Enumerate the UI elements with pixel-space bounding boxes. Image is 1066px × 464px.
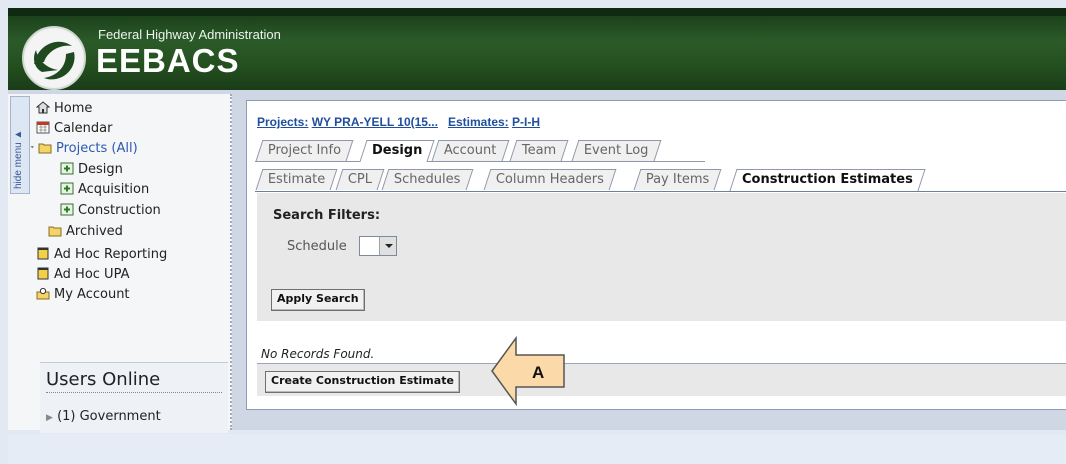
page-footer: [8, 434, 1066, 464]
tab-column-headers[interactable]: Column Headers: [483, 169, 617, 190]
header-top-stripe: [8, 8, 1066, 16]
folder-icon: [48, 226, 62, 237]
calendar-icon: [36, 121, 50, 134]
schedule-label: Schedule: [287, 239, 347, 254]
sidebar-item-label: Archived: [66, 224, 123, 239]
fhwa-logo-icon: [22, 26, 86, 90]
sidebar-item-calendar[interactable]: Calendar: [36, 120, 112, 138]
sidebar-item-label: Ad Hoc UPA: [54, 267, 130, 282]
chevron-right-icon: ▶: [46, 413, 53, 423]
project-icon: [60, 162, 74, 175]
sidebar-item-design[interactable]: Design: [60, 161, 123, 179]
tab-construction-estimates[interactable]: Construction Estimates: [729, 169, 926, 191]
primary-tabs-baseline: [255, 161, 705, 162]
sidebar-item-label: Home: [54, 101, 93, 116]
sidebar-item-label: Construction: [78, 203, 161, 218]
users-online-government[interactable]: ▶ (1) Government: [46, 409, 161, 424]
chevron-down-icon[interactable]: [379, 237, 396, 255]
tab-project-info[interactable]: Project Info: [255, 140, 354, 161]
users-online-divider: [46, 392, 222, 393]
users-online-panel: Users Online ▶ (1) Government: [40, 362, 228, 433]
tab-cpl[interactable]: CPL: [335, 169, 385, 190]
no-records-message: No Records Found.: [261, 347, 375, 361]
sidebar-item-acquisition[interactable]: Acquisition: [60, 181, 149, 199]
schedule-select[interactable]: [359, 236, 397, 256]
search-filters-title: Search Filters:: [273, 208, 381, 223]
results-panel: No Records Found. Create Construction Es…: [257, 333, 1066, 399]
breadcrumb: Projects: WY PRA-YELL 10(15... Estimates…: [257, 115, 540, 129]
secondary-tabs: Estimate CPL Schedules Column Headers Pa…: [255, 169, 1066, 192]
app-header: Federal Highway Administration EEBACS: [8, 8, 1066, 90]
report-icon: [37, 267, 49, 280]
folder-open-icon: [38, 143, 52, 154]
sidebar-item-label: Ad Hoc Reporting: [54, 247, 168, 262]
sidebar-item-my-account[interactable]: My Account: [36, 286, 130, 304]
tab-design[interactable]: Design: [359, 140, 435, 162]
breadcrumb-estimates-link[interactable]: Estimates:: [448, 115, 509, 129]
report-icon: [37, 247, 49, 260]
sidebar-item-label: Calendar: [54, 121, 113, 136]
project-icon: [60, 203, 74, 216]
tab-pay-items[interactable]: Pay Items: [633, 169, 722, 190]
sidebar-item-label: Acquisition: [78, 182, 150, 197]
hide-menu-toggle[interactable]: hide menu ▲: [10, 96, 30, 194]
users-online-title: Users Online: [46, 369, 161, 390]
sidebar-item-construction[interactable]: Construction: [60, 202, 161, 220]
breadcrumb-estimate-link[interactable]: P-I-H: [512, 115, 540, 129]
main-panel: Projects: WY PRA-YELL 10(15... Estimates…: [246, 100, 1066, 410]
breadcrumb-project-link[interactable]: WY PRA-YELL 10(15...: [312, 115, 438, 129]
sidebar-item-projects[interactable]: Projects (All): [30, 140, 138, 158]
tab-account[interactable]: Account: [431, 140, 509, 161]
agency-name: Federal Highway Administration: [98, 27, 281, 42]
users-online-government-label: (1) Government: [57, 409, 161, 424]
sidebar-item-archived[interactable]: Archived: [48, 223, 123, 241]
sidebar-item-label: Projects (All): [56, 141, 138, 156]
breadcrumb-projects-link[interactable]: Projects:: [257, 115, 308, 129]
sidebar-item-label: Design: [78, 162, 123, 177]
sidebar-item-label: My Account: [54, 287, 130, 302]
sidebar-item-home[interactable]: Home: [36, 100, 92, 118]
callout-arrow-a: A: [490, 334, 568, 412]
callout-label: A: [532, 363, 544, 382]
home-icon: [36, 101, 50, 114]
apply-search-button[interactable]: Apply Search: [271, 289, 365, 311]
tab-event-log[interactable]: Event Log: [571, 140, 662, 161]
search-filters-panel: Search Filters: Schedule Apply Search: [257, 193, 1066, 321]
account-icon: [36, 287, 50, 300]
sidebar-item-ad-hoc-reporting[interactable]: Ad Hoc Reporting: [36, 246, 167, 264]
chevron-down-icon: [30, 146, 34, 149]
tab-schedules[interactable]: Schedules: [381, 169, 473, 190]
hide-menu-label: hide menu ▲: [13, 129, 24, 189]
tab-team[interactable]: Team: [509, 140, 569, 161]
tab-estimate[interactable]: Estimate: [255, 169, 338, 190]
sidebar-item-ad-hoc-upa[interactable]: Ad Hoc UPA: [36, 266, 129, 284]
create-construction-estimate-button[interactable]: Create Construction Estimate: [265, 371, 460, 393]
project-icon: [60, 182, 74, 195]
app-title: EEBACS: [96, 42, 240, 79]
